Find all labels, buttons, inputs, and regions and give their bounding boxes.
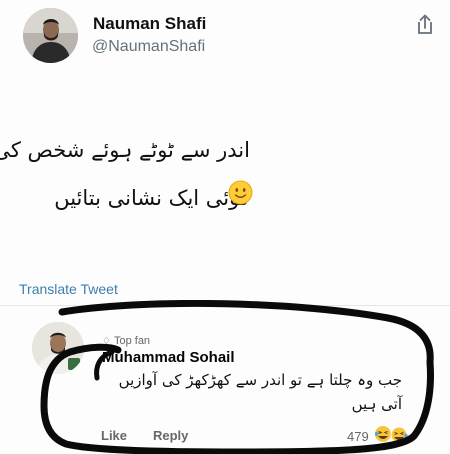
tweet-text: اندر سے ٹوٹے ہوئے شخص کی کوئی ایک نشانی … xyxy=(0,126,250,222)
hand-drawn-circle xyxy=(40,300,434,454)
profile-photo-icon xyxy=(23,8,78,63)
tweet-text-line: اندر سے ٹوٹے ہوئے شخص کی xyxy=(0,138,250,162)
translate-tweet-link[interactable]: Translate Tweet xyxy=(19,281,118,297)
author-handle[interactable]: @NaumanShafi xyxy=(92,38,205,56)
slightly-smiling-face-icon xyxy=(228,180,253,205)
share-icon[interactable] xyxy=(414,14,436,36)
author-avatar[interactable] xyxy=(23,8,78,63)
author-display-name[interactable]: Nauman Shafi xyxy=(93,14,206,34)
tweet-text-line: کوئی ایک نشانی بتائیں xyxy=(54,186,250,210)
